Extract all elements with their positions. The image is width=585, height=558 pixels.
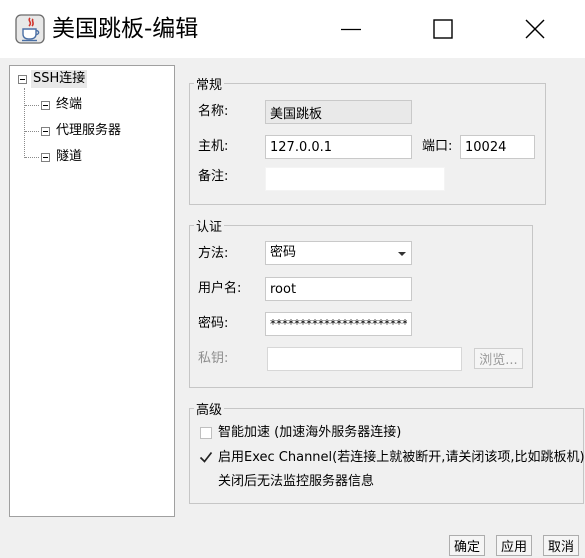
port-label: 端口: — [422, 139, 453, 154]
tree-item-label: 隧道 — [56, 149, 83, 164]
private-key-label: 私钥: — [198, 351, 229, 366]
note-label: 备注: — [198, 169, 229, 184]
ok-button[interactable]: 确定 — [449, 535, 485, 556]
exec-channel-note: 关闭后无法监控服务器信息 — [218, 474, 375, 489]
minimize-button[interactable] — [322, 0, 380, 58]
tree-item-label: SSH连接 — [31, 70, 88, 88]
auth-legend: 认证 — [196, 220, 223, 235]
password-label: 密码: — [198, 316, 229, 331]
username-label: 用户名: — [198, 281, 242, 296]
chevron-down-icon — [398, 252, 406, 256]
close-button[interactable] — [506, 0, 564, 58]
name-field[interactable] — [265, 100, 412, 124]
username-field[interactable] — [265, 277, 412, 301]
tree-connector-line — [25, 157, 39, 158]
name-label: 名称: — [198, 104, 229, 119]
general-legend: 常规 — [196, 78, 223, 93]
collapse-toggle-icon[interactable] — [18, 75, 27, 84]
note-field[interactable] — [265, 167, 445, 191]
apply-button[interactable]: 应用 — [496, 535, 532, 556]
collapse-toggle-icon[interactable] — [41, 127, 50, 136]
tree-item-label: 终端 — [56, 97, 83, 112]
smart-accel-checkbox[interactable] — [200, 427, 212, 439]
auth-method-select[interactable]: 密码 — [265, 241, 412, 265]
title-bar: 美国跳板-编辑 — [0, 0, 585, 58]
exec-channel-checkbox[interactable] — [198, 449, 214, 465]
maximize-button[interactable] — [414, 0, 472, 58]
port-field[interactable] — [460, 135, 535, 159]
method-label: 方法: — [198, 246, 229, 261]
smart-accel-label[interactable]: 智能加速 (加速海外服务器连接) — [218, 424, 401, 442]
collapse-toggle-icon[interactable] — [41, 101, 50, 110]
advanced-legend: 高级 — [196, 403, 223, 418]
collapse-toggle-icon[interactable] — [41, 153, 50, 162]
tree-item-label: 代理服务器 — [56, 123, 122, 138]
browse-button: 浏览... — [474, 348, 523, 369]
auth-method-value: 密码 — [270, 245, 297, 260]
tree-connector-line — [25, 105, 39, 106]
host-field[interactable] — [265, 135, 412, 159]
host-label: 主机: — [198, 139, 229, 154]
tree-connector-line — [25, 131, 39, 132]
password-field[interactable] — [265, 312, 412, 336]
exec-channel-label[interactable]: 启用Exec Channel(若连接上就被断开,请关闭该项,比如跳板机) — [218, 449, 585, 467]
tree-connector-line — [24, 88, 25, 158]
window-title: 美国跳板-编辑 — [52, 16, 199, 42]
private-key-field — [267, 347, 462, 371]
java-coffee-cup-icon — [15, 14, 45, 44]
cancel-button[interactable]: 取消 — [543, 535, 579, 556]
